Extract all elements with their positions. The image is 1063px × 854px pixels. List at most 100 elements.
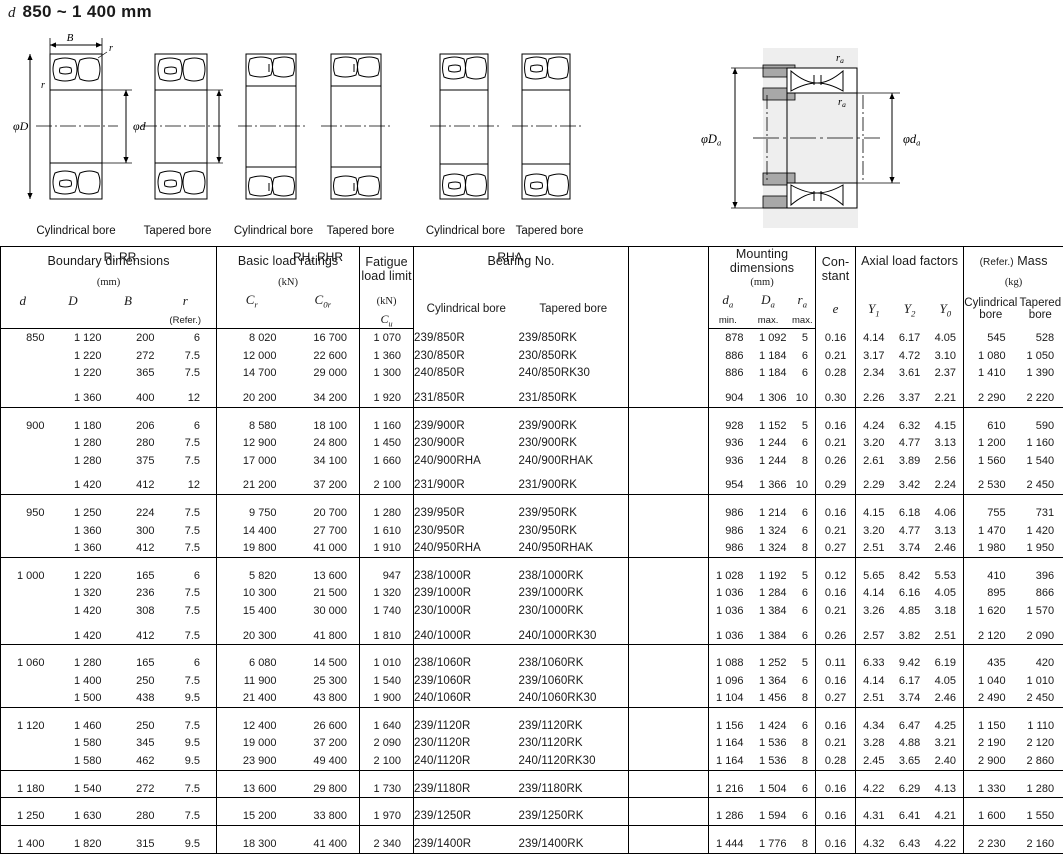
cell-bearing-no-cylindrical[interactable]: 238/1060R — [414, 654, 519, 672]
cell-bearing-no-cylindrical[interactable]: 231/850R — [414, 389, 519, 407]
cell-mass-tapered: 2 450 — [1018, 689, 1063, 707]
cell-Y0: 3.13 — [928, 522, 964, 540]
cell-width: 365 — [102, 365, 155, 383]
cell-dynamic-load-rating: 8 020 — [217, 329, 287, 347]
cell-bearing-no-cylindrical[interactable]: 238/1000R — [414, 567, 519, 585]
cell-bearing-no-tapered[interactable]: 239/950RK — [519, 504, 629, 522]
cell-bearing-no-cylindrical[interactable]: 240/1060R — [414, 689, 519, 707]
cell-mass-cylindrical: 1 410 — [964, 365, 1018, 383]
cell-bearing-no-cylindrical[interactable]: 239/1120R — [414, 717, 519, 735]
header-Cr-sub: r — [254, 300, 257, 310]
table-row: 1 2803757.517 00034 1001 660240/900RHA24… — [1, 452, 1063, 470]
cell-ra-max: 6 — [790, 434, 816, 452]
cell-da-min: 928 — [709, 417, 747, 435]
cell-outer-diameter: 1 580 — [45, 752, 102, 770]
header-Y2-symbol: Y — [904, 301, 911, 316]
cell-blank-spacer — [629, 567, 709, 585]
cell-ra-max: 6 — [790, 807, 816, 825]
cell-bearing-no-cylindrical[interactable]: 239/900R — [414, 417, 519, 435]
cell-Y2: 3.42 — [892, 477, 928, 495]
cell-bearing-no-cylindrical[interactable]: 230/950R — [414, 522, 519, 540]
cell-mass-tapered: 2 860 — [1018, 752, 1063, 770]
cell-static-load-rating: 22 600 — [287, 347, 360, 365]
cell-width: 412 — [102, 477, 155, 495]
table-header: Boundary dimensions Basic load ratings F… — [1, 247, 1063, 329]
cell-bearing-no-tapered[interactable]: 240/850RK30 — [519, 365, 629, 383]
table-row: 1 4203087.515 40030 0001 740230/1000R230… — [1, 602, 1063, 620]
bearing-spec-table: Boundary dimensions Basic load ratings F… — [0, 246, 1063, 854]
cell-bearing-no-cylindrical[interactable]: 240/1120R — [414, 752, 519, 770]
cell-bearing-no-tapered[interactable]: 240/1060RK30 — [519, 689, 629, 707]
cell-bearing-no-cylindrical[interactable]: 240/850R — [414, 365, 519, 383]
cell-blank-spacer — [629, 522, 709, 540]
header-mounting-unit: (mm) — [709, 275, 816, 290]
cell-bearing-no-tapered[interactable]: 231/850RK — [519, 389, 629, 407]
cell-chamfer-r: 6 — [155, 417, 217, 435]
cell-Y0: 4.22 — [928, 835, 964, 853]
cell-da-min: 886 — [709, 347, 747, 365]
cell-bearing-no-cylindrical[interactable]: 230/850R — [414, 347, 519, 365]
cell-bearing-no-tapered[interactable]: 240/900RHAK — [519, 452, 629, 470]
cell-bearing-no-cylindrical[interactable]: 239/950R — [414, 504, 519, 522]
cell-bearing-no-tapered[interactable]: 239/1180RK — [519, 780, 629, 798]
cell-Y2: 3.89 — [892, 452, 928, 470]
cell-Y1: 4.34 — [856, 717, 892, 735]
cell-bearing-no-tapered[interactable]: 239/1060RK — [519, 672, 629, 690]
caption-cylindrical-bore-3: Cylindrical bore — [418, 225, 513, 237]
cell-outer-diameter: 1 400 — [45, 672, 102, 690]
cell-bearing-no-tapered[interactable]: 239/1250RK — [519, 807, 629, 825]
cell-bearing-no-tapered[interactable]: 240/1000RK30 — [519, 627, 629, 645]
cell-bearing-no-tapered[interactable]: 239/1120RK — [519, 717, 629, 735]
cell-bearing-no-cylindrical[interactable]: 230/1000R — [414, 602, 519, 620]
cell-chamfer-r: 12 — [155, 477, 217, 495]
cell-chamfer-r: 7.5 — [155, 627, 217, 645]
cell-Y0: 6.19 — [928, 654, 964, 672]
cell-fatigue-load-limit: 2 090 — [360, 735, 414, 753]
figure-mounting-dimensions: φDa φda ra ra — [695, 33, 1055, 248]
cell-Da-max: 1 424 — [747, 717, 790, 735]
cell-bearing-no-tapered[interactable]: 239/1000RK — [519, 585, 629, 603]
label-phi-Da: φDa — [701, 132, 721, 148]
cell-chamfer-r: 7.5 — [155, 522, 217, 540]
cell-bearing-no-cylindrical[interactable]: 239/1060R — [414, 672, 519, 690]
cell-bearing-no-cylindrical[interactable]: 239/1400R — [414, 835, 519, 853]
cell-da-min: 1 286 — [709, 807, 747, 825]
cell-bearing-no-tapered[interactable]: 230/1000RK — [519, 602, 629, 620]
cell-bearing-no-cylindrical[interactable]: 239/1000R — [414, 585, 519, 603]
cell-Da-max: 1 384 — [747, 627, 790, 645]
cell-outer-diameter: 1 280 — [45, 434, 102, 452]
cell-bearing-no-tapered[interactable]: 230/950RK — [519, 522, 629, 540]
cell-bearing-no-tapered[interactable]: 239/1400RK — [519, 835, 629, 853]
cell-bearing-no-cylindrical[interactable]: 230/900R — [414, 434, 519, 452]
cell-bearing-no-cylindrical[interactable]: 230/1120R — [414, 735, 519, 753]
cell-blank-spacer — [629, 434, 709, 452]
cell-blank-spacer — [629, 504, 709, 522]
cell-bearing-no-cylindrical[interactable]: 239/1180R — [414, 780, 519, 798]
cell-bearing-no-tapered[interactable]: 238/1060RK — [519, 654, 629, 672]
cell-bearing-no-tapered[interactable]: 238/1000RK — [519, 567, 629, 585]
cell-constant-e: 0.26 — [816, 627, 856, 645]
cell-bearing-no-cylindrical[interactable]: 240/950RHA — [414, 539, 519, 557]
cell-bearing-no-tapered[interactable]: 239/900RK — [519, 417, 629, 435]
cell-mass-tapered: 1 420 — [1018, 522, 1063, 540]
cell-bearing-no-cylindrical[interactable]: 239/1250R — [414, 807, 519, 825]
cell-blank-spacer — [629, 654, 709, 672]
label-r-inner: r — [41, 80, 45, 91]
cell-Y2: 3.82 — [892, 627, 928, 645]
cell-constant-e: 0.16 — [816, 780, 856, 798]
cell-bearing-no-cylindrical[interactable]: 240/1000R — [414, 627, 519, 645]
cell-bearing-no-cylindrical[interactable]: 240/900RHA — [414, 452, 519, 470]
group-bore-diameter: 1 120 — [1, 717, 45, 735]
cell-bearing-no-tapered[interactable]: 240/1120RK30 — [519, 752, 629, 770]
cell-Y0: 4.05 — [928, 329, 964, 347]
cell-bearing-no-tapered[interactable]: 230/1120RK — [519, 735, 629, 753]
cell-bearing-no-cylindrical[interactable]: 231/900R — [414, 477, 519, 495]
cell-outer-diameter: 1 220 — [45, 365, 102, 383]
cell-bearing-no-tapered[interactable]: 230/850RK — [519, 347, 629, 365]
cell-bearing-no-cylindrical[interactable]: 239/850R — [414, 329, 519, 347]
cell-bearing-no-tapered[interactable]: 239/850RK — [519, 329, 629, 347]
cell-Y1: 4.15 — [856, 504, 892, 522]
cell-bearing-no-tapered[interactable]: 231/900RK — [519, 477, 629, 495]
cell-bearing-no-tapered[interactable]: 230/900RK — [519, 434, 629, 452]
cell-bearing-no-tapered[interactable]: 240/950RHAK — [519, 539, 629, 557]
